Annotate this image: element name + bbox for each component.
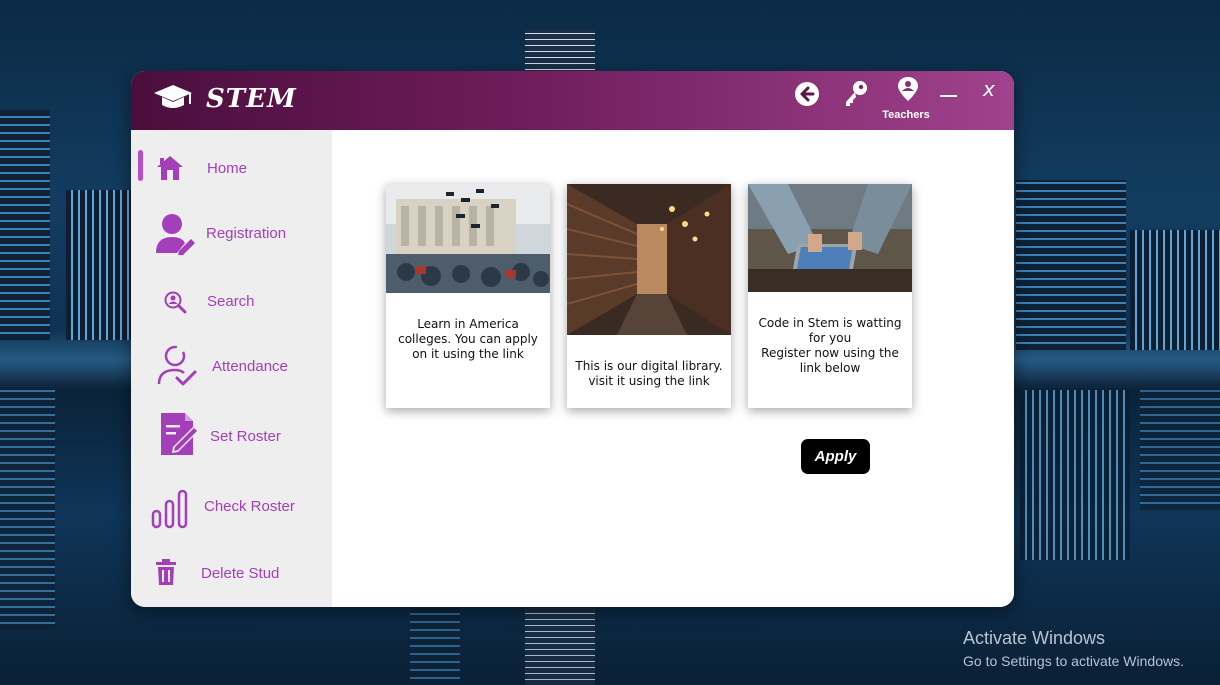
minimize-button[interactable]	[939, 81, 967, 109]
card-colleges[interactable]: Learn in America colleges. You can apply…	[386, 184, 550, 408]
card-library[interactable]: This is our digital library. visit it us…	[567, 184, 731, 408]
main-content: Learn in America colleges. You can apply…	[332, 130, 1014, 607]
sidebar-item-label: Home	[207, 160, 248, 177]
back-button[interactable]	[794, 81, 822, 109]
user-edit-icon	[156, 214, 195, 255]
sidebar-item-label: Attendance	[212, 358, 288, 375]
windows-activation-watermark: Activate Windows Go to Settings to activ…	[963, 628, 1184, 669]
teachers-button[interactable]: Teachers	[876, 76, 936, 124]
bar-chart-icon	[151, 489, 188, 529]
trash-icon	[156, 559, 176, 585]
graduation-photo	[386, 184, 550, 293]
watermark-title: Activate Windows	[963, 628, 1106, 648]
sidebar-item-home[interactable]: Home	[131, 140, 332, 196]
app-title: STEM	[206, 84, 297, 114]
apply-button[interactable]: Apply	[801, 439, 870, 474]
card-code-in-stem[interactable]: Code in Stem is watting for you Register…	[748, 184, 912, 408]
user-pin-icon	[898, 77, 918, 101]
graduation-cap-icon	[154, 85, 192, 108]
sidebar-item-label: Check Roster	[204, 498, 295, 515]
sidebar-item-set-roster[interactable]: Set Roster	[131, 407, 332, 463]
user-check-icon	[157, 345, 197, 386]
card-text: Code in Stem is watting for you Register…	[758, 316, 902, 375]
search-person-icon	[164, 291, 187, 314]
sidebar-item-label: Delete Stud	[201, 565, 280, 582]
watermark-subtitle: Go to Settings to activate Windows.	[963, 653, 1184, 669]
sidebar-item-delete-stud[interactable]: Delete Stud	[131, 545, 332, 601]
laptop-photo	[748, 184, 912, 292]
teachers-label: Teachers	[882, 109, 930, 121]
minimize-icon	[940, 95, 957, 97]
sidebar-item-search[interactable]: Search	[131, 272, 332, 328]
document-edit-icon	[161, 413, 199, 455]
sidebar: Home Registration Search Attendance Set …	[131, 130, 332, 607]
app-window: STEM Teachers x Home Registration Search…	[131, 71, 1014, 607]
sidebar-item-check-roster[interactable]: Check Roster	[131, 477, 332, 533]
title-bar: STEM Teachers x	[131, 71, 1014, 130]
key-button[interactable]	[843, 80, 871, 108]
close-button[interactable]: x	[983, 77, 1011, 105]
arrow-left-circle-icon	[795, 82, 819, 106]
sidebar-item-registration[interactable]: Registration	[131, 205, 332, 261]
sidebar-item-label: Set Roster	[210, 428, 281, 445]
key-icon	[846, 81, 867, 106]
sidebar-item-label: Search	[207, 293, 255, 310]
sidebar-item-attendance[interactable]: Attendance	[131, 337, 332, 393]
card-text: Learn in America colleges. You can apply…	[398, 317, 538, 361]
home-icon	[157, 156, 183, 180]
card-text: This is our digital library. visit it us…	[575, 359, 723, 388]
library-photo	[567, 184, 731, 335]
sidebar-item-label: Registration	[206, 225, 287, 242]
